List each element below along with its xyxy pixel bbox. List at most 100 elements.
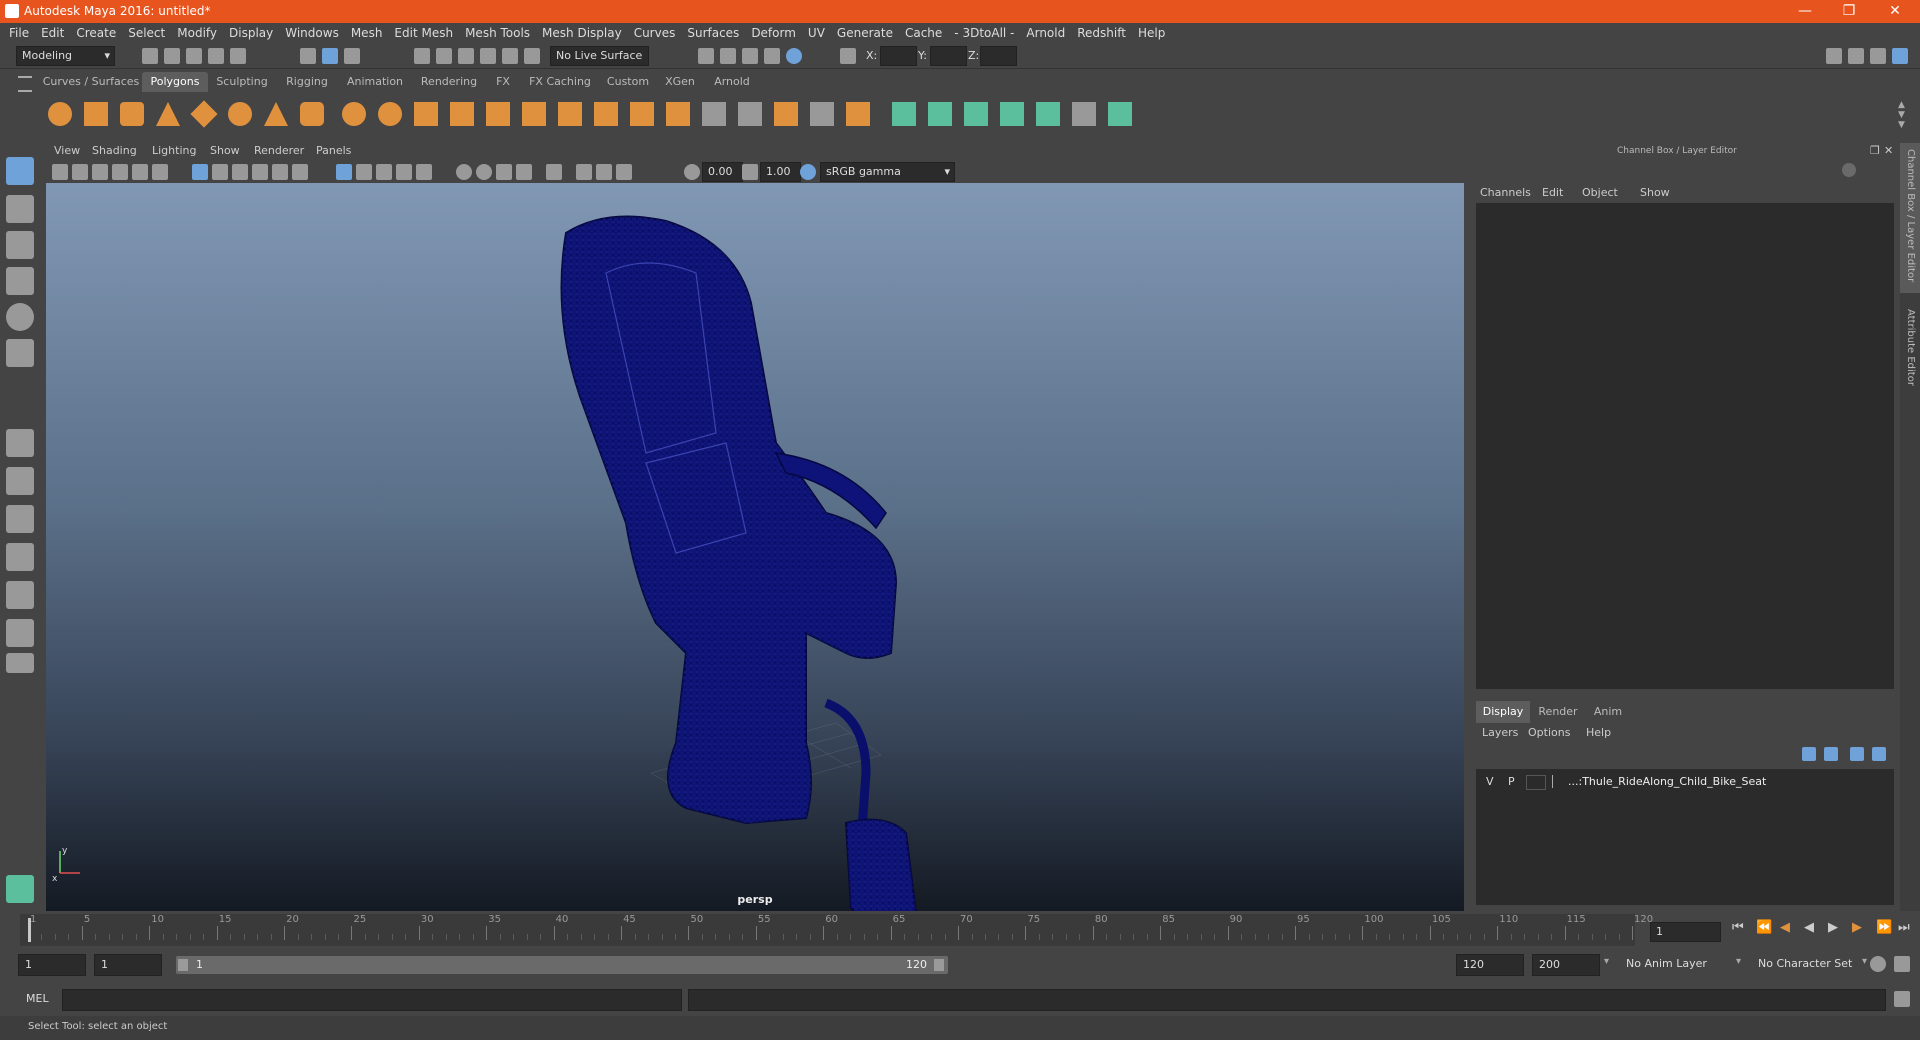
ipr-render-icon[interactable] [742,48,758,64]
shelf-tab-sculpting[interactable]: Sculpting [208,72,276,92]
persp-graph-layout-icon[interactable] [6,543,34,571]
perspective-viewport[interactable]: View Shading Lighting Show Renderer Panels 0.… [46,143,1464,911]
menu-modify[interactable]: Modify [171,23,223,44]
current-time-indicator[interactable] [28,918,31,942]
animation-start-field[interactable]: 1 [18,954,86,976]
lasso-tool-icon[interactable] [6,195,34,223]
undo-icon[interactable] [208,48,224,64]
mel-input[interactable] [62,989,682,1011]
layer-display-type-toggle[interactable] [1526,775,1546,790]
single-perspective-layout-icon[interactable] [6,429,34,457]
separate-icon[interactable] [378,102,402,126]
character-set-dropdown[interactable]: No Character Set [1752,954,1870,974]
camera-attributes-icon[interactable] [72,164,88,180]
shelf-menu-icon[interactable] [18,76,32,92]
x-field[interactable] [880,46,917,66]
extrude-icon[interactable] [594,102,618,126]
textured-icon[interactable] [396,164,412,180]
menu-3dtoall[interactable]: - 3DtoAll - [948,23,1020,44]
range-slider[interactable]: 1 120 [176,956,948,974]
fill-hole-icon[interactable] [738,102,762,126]
shelf-tab-fx-caching[interactable]: FX Caching [520,72,600,92]
render-frame-icon[interactable] [720,48,736,64]
grease-pencil-icon[interactable] [152,164,168,180]
merge-icon[interactable] [774,102,798,126]
mirror-icon[interactable] [522,102,546,126]
poly-pyramid-icon[interactable] [264,102,288,126]
viewport-menu-shading[interactable]: Shading [92,144,137,157]
step-forward-key-icon[interactable]: ⏩ [1876,920,1892,935]
layer-tab-render[interactable]: Render [1532,701,1584,723]
paint-select-tool-icon[interactable] [6,231,34,259]
chevron-down-icon[interactable]: ▾ [1862,956,1867,967]
bookmark-icon[interactable] [92,164,108,180]
channel-box-body[interactable] [1476,203,1894,689]
tool-settings-icon[interactable] [1870,48,1886,64]
isolate-select-icon[interactable] [546,164,562,180]
close-button[interactable]: ✕ [1872,0,1918,23]
animation-end-field[interactable]: 200 [1532,954,1600,976]
select-hierarchy-icon[interactable] [300,48,316,64]
move-tool-icon[interactable] [6,267,34,295]
bevel-icon[interactable] [666,102,690,126]
new-scene-icon[interactable] [142,48,158,64]
menu-mesh-tools[interactable]: Mesh Tools [459,23,536,44]
shelf-tab-rendering[interactable]: Rendering [412,72,486,92]
shelf-tab-animation[interactable]: Animation [338,72,412,92]
menu-arnold[interactable]: Arnold [1020,23,1071,44]
menu-curves[interactable]: Curves [628,23,682,44]
shelf-tab-custom[interactable]: Custom [600,72,656,92]
minimize-button[interactable]: — [1782,0,1828,23]
menu-help[interactable]: Help [1132,23,1171,44]
anti-aliasing-icon[interactable] [516,164,532,180]
custom-layout-icon[interactable] [6,653,34,673]
checker-map-icon[interactable] [1072,102,1096,126]
menu-mesh[interactable]: Mesh [345,23,389,44]
layer-menu-options[interactable]: Options [1528,726,1570,739]
smooth-shading-icon[interactable] [356,164,372,180]
auto-key-icon[interactable] [1870,956,1886,972]
chevron-down-icon[interactable]: ▾ [1604,956,1609,967]
z-field[interactable] [980,46,1017,66]
uv-layout-icon[interactable] [6,619,34,647]
bridge-icon[interactable] [630,102,654,126]
field-chart-icon[interactable] [272,164,288,180]
cylindrical-mapping-icon[interactable] [928,102,952,126]
color-management-icon[interactable] [800,164,816,180]
shadows-icon[interactable] [456,164,472,180]
shelf-tab-curves-surfaces[interactable]: Curves / Surfaces [40,72,142,92]
y-field[interactable] [930,46,967,66]
play-backwards-icon[interactable]: ◀ [1804,920,1814,935]
go-to-start-icon[interactable]: ⏮ [1732,920,1744,935]
ambient-occlusion-icon[interactable] [476,164,492,180]
exposure-field[interactable]: 0.00 [702,162,743,182]
film-gate-icon[interactable] [212,164,228,180]
gate-mask-icon[interactable] [252,164,268,180]
layer-menu-layers[interactable]: Layers [1482,726,1518,739]
gamma-icon[interactable] [742,164,758,180]
gamma-field[interactable]: 1.00 [760,162,801,182]
shelf-tab-arnold[interactable]: Arnold [704,72,760,92]
combine-icon[interactable] [342,102,366,126]
menu-cache[interactable]: Cache [899,23,948,44]
append-polygon-icon[interactable] [702,102,726,126]
persp-outliner-layout-icon[interactable] [6,505,34,533]
layer-playback-toggle[interactable]: P [1508,775,1515,788]
snap-live-icon[interactable] [502,48,518,64]
multi-cut-icon[interactable] [558,102,582,126]
menu-select[interactable]: Select [122,23,171,44]
viewport-menu-view[interactable]: View [54,144,80,157]
channel-box-menu-object[interactable]: Object [1582,186,1618,199]
float-panel-icon[interactable]: ❐ [1870,144,1880,157]
shelf-scroll-icon[interactable]: ▲ ▼ ▼ [1898,100,1908,130]
shelf-tab-rigging[interactable]: Rigging [276,72,338,92]
step-back-frame-icon[interactable]: ◀ [1780,920,1790,935]
uv-editor-icon[interactable] [1036,102,1060,126]
channel-box-menu-show[interactable]: Show [1640,186,1670,199]
script-editor-icon[interactable] [1894,991,1910,1007]
layer-color-swatch[interactable] [1552,775,1565,788]
go-to-end-icon[interactable]: ⏭ [1898,920,1910,935]
time-slider[interactable]: 1 5 10 15 20 25 30 35 40 45 50 55 60 65 70 75 80 85 90 95 10… [20,914,1653,946]
xray-icon[interactable] [576,164,592,180]
xray-joints-icon[interactable] [596,164,612,180]
